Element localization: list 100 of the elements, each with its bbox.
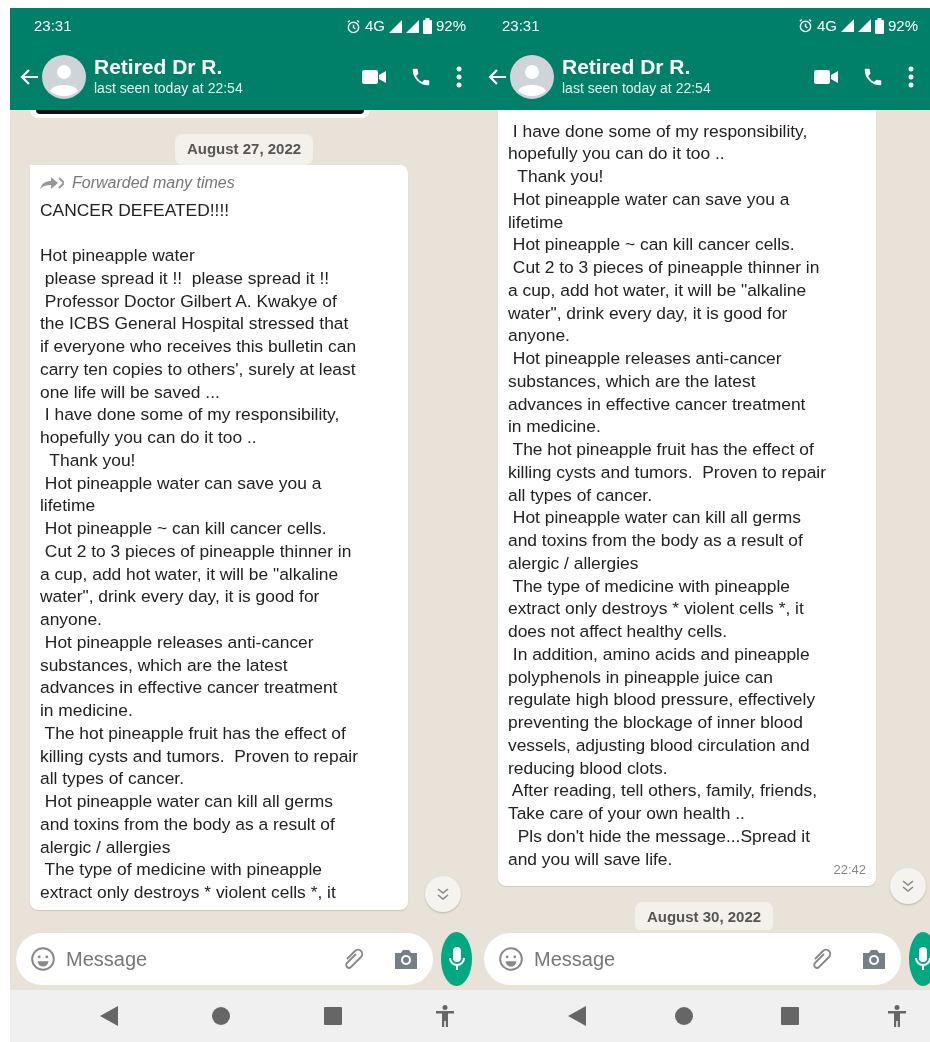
battery-icon <box>874 17 884 34</box>
message-line: and you will save life. <box>508 847 673 871</box>
message-line: Hot pineapple water can save you a <box>511 187 790 211</box>
message-line: anyone. <box>40 608 102 631</box>
message-line: substances, which are the latest <box>508 369 756 393</box>
message-line: Pls don't hide the message...Spread it <box>516 824 811 848</box>
status-time: 23:31 <box>34 15 72 36</box>
status-time: 23:31 <box>502 15 540 36</box>
message-time: 22:42 <box>833 861 866 880</box>
menu-icon[interactable] <box>456 66 462 88</box>
message-field[interactable]: Message <box>484 933 901 986</box>
message-line: alergic / allergies <box>508 551 639 575</box>
message-input[interactable]: Message <box>532 943 801 976</box>
message-input[interactable]: Message <box>64 943 333 975</box>
message-line: The type of medicine with pineapple <box>511 574 790 598</box>
message-line: Thank you! <box>516 165 604 188</box>
message-line: regulate high blood pressure, effectively <box>508 688 816 712</box>
message-line: killing cysts and tumors. Proven to repair <box>508 460 826 484</box>
message-line: Hot pineapple water can kill all germs <box>43 790 333 813</box>
microphone-icon <box>915 947 930 972</box>
microphone-icon <box>448 947 465 971</box>
signal-icon <box>405 19 419 33</box>
contact-name[interactable]: Retired Dr R. <box>562 54 814 78</box>
network-type: 4G <box>364 15 385 36</box>
forward-icon <box>40 175 64 190</box>
accessibility-icon[interactable] <box>436 1005 454 1027</box>
message-line: anyone. <box>508 324 570 348</box>
accessibility-icon[interactable] <box>887 1005 906 1028</box>
message-line: substances, which are the latest <box>40 653 288 677</box>
message-line: alergic / allergies <box>40 835 171 859</box>
mic-button[interactable] <box>441 932 472 986</box>
menu-icon[interactable] <box>908 65 914 88</box>
message-line: The type of medicine with pineapple <box>43 858 322 881</box>
last-seen-status: last seen today at 22:54 <box>562 78 712 98</box>
message-line: Professor Doctor Gilbert A. Kwakye of <box>43 289 337 313</box>
message-line: Take care of your own health .. <box>508 802 745 825</box>
message-line: water", drink every day, it is good for <box>508 301 788 325</box>
message-line: if everyone who receives this bulletin can <box>40 335 357 358</box>
battery-level: 92% <box>887 15 918 36</box>
contact-name[interactable]: Retired Dr R. <box>94 54 362 79</box>
message-line: and toxins from the body as a result of <box>508 529 803 552</box>
phone-call-icon[interactable] <box>410 66 432 88</box>
message-line: CANCER DEFEATED!!!! <box>40 198 230 222</box>
message-line: a cup, add hot water, it will be "alkaline <box>508 278 807 302</box>
media-message[interactable] <box>30 110 370 118</box>
camera-icon[interactable] <box>861 947 887 972</box>
date-chip: August 27, 2022 <box>174 134 314 165</box>
message-line: preventing the blockage of inner blood <box>508 711 803 734</box>
avatar-icon[interactable] <box>510 54 554 99</box>
avatar-icon[interactable] <box>42 55 86 99</box>
last-seen-status: last seen today at 22:54 <box>94 79 244 99</box>
message-line: carry ten copies to others', surely at least <box>40 357 356 381</box>
nav-back-icon[interactable] <box>568 1006 586 1027</box>
emoji-icon[interactable] <box>30 946 56 972</box>
message-line: a cup, add hot water, it will be "alkaline <box>40 562 339 586</box>
signal-icon <box>857 19 871 33</box>
message-line: and toxins from the body as a result of <box>40 812 335 836</box>
message-line: reducing blood clots. <box>508 756 668 780</box>
message-line: Hot pineapple water can kill all germs <box>511 506 801 530</box>
message-line: hopefully you can do it too .. <box>508 142 725 166</box>
message-line: the ICBS General Hospital stressed that <box>40 312 349 335</box>
message-line: in medicine. <box>508 415 601 439</box>
message-line: Cut 2 to 3 pieces of pineapple thinner in <box>511 256 820 279</box>
message-line: Thank you! <box>48 448 136 472</box>
nav-recents-icon[interactable] <box>781 1007 800 1026</box>
message-line: hopefully you can do it too .. <box>40 426 257 449</box>
battery-level: 92% <box>435 15 466 36</box>
emoji-icon[interactable] <box>498 946 524 973</box>
message-line: extract only destroys * violent cells *, it <box>40 881 336 904</box>
nav-back-icon[interactable] <box>100 1006 118 1026</box>
message-line: one life will be saved ... <box>40 380 220 404</box>
video-call-icon[interactable] <box>362 68 386 86</box>
mic-button[interactable] <box>909 932 930 987</box>
date-chip: August 30, 2022 <box>634 901 774 931</box>
message-line: Hot pineapple releases anti-cancer <box>43 630 314 654</box>
message-line: advances in effective cancer treatment <box>508 392 806 416</box>
message-line: Cut 2 to 3 pieces of pineapple thinner in <box>43 539 352 563</box>
message-line: please spread it !! please spread it !! <box>43 266 330 290</box>
camera-icon[interactable] <box>393 947 419 971</box>
nav-home-icon[interactable] <box>674 1007 693 1026</box>
double-chevron-icon <box>901 879 915 894</box>
nav-home-icon[interactable] <box>212 1007 230 1025</box>
signal-icon <box>840 19 854 33</box>
message-line: I have done some of my responsibility, <box>43 403 340 426</box>
message-line: vessels, adjusting blood circulation and <box>508 733 810 757</box>
message-line: The hot pineapple fruit has the effect of <box>511 438 814 461</box>
message-line: Hot pineapple water <box>40 244 195 267</box>
message-line: all types of cancer. <box>508 483 653 507</box>
message-line: lifetime <box>40 494 96 517</box>
video-call-icon[interactable] <box>814 67 838 86</box>
battery-icon <box>422 18 432 34</box>
message-line: in medicine. <box>40 699 133 722</box>
message-line: extract only destroys * violent cells *, it <box>508 597 804 621</box>
message-line: After reading, tell others, family, friends, <box>510 779 817 803</box>
network-type: 4G <box>816 15 837 36</box>
message-field[interactable]: Message <box>16 933 433 985</box>
message-line: Hot pineapple water can save you a <box>43 471 322 495</box>
alarm-icon <box>345 18 361 34</box>
signal-icon <box>388 19 402 33</box>
message-line: Hot pineapple releases anti-cancer <box>511 347 782 370</box>
